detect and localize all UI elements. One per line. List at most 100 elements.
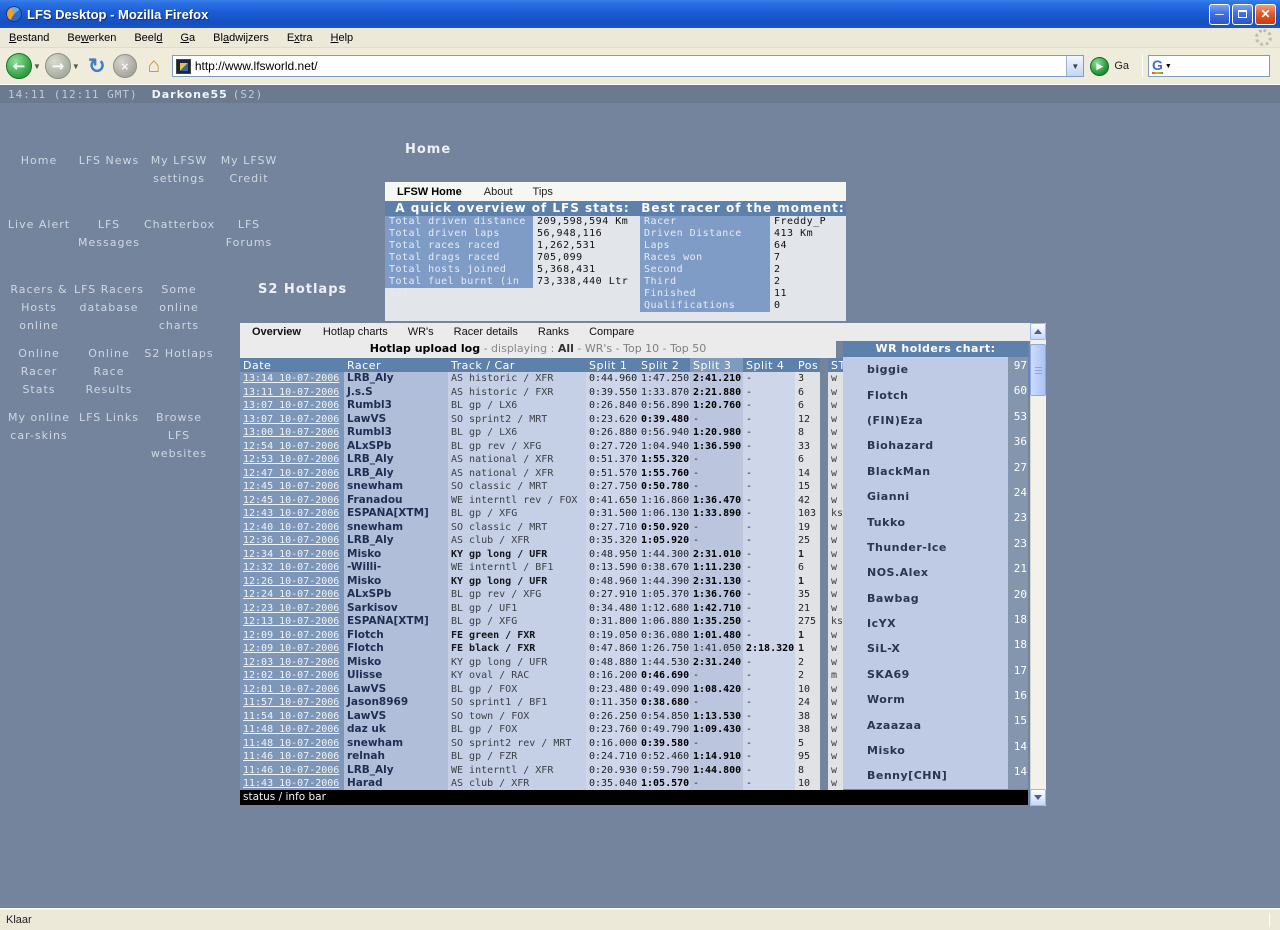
- sidebar-item-lfs-racers-database[interactable]: LFS Racers database: [74, 281, 144, 335]
- filter-wr-s[interactable]: WR's: [585, 342, 612, 355]
- search-box[interactable]: G ▼: [1148, 55, 1270, 77]
- inner-scrollbar[interactable]: [1030, 323, 1046, 806]
- wr-holder-name[interactable]: IcYX: [843, 617, 1008, 630]
- menu-ga[interactable]: Ga: [171, 30, 204, 46]
- menu-beeld[interactable]: Beeld: [125, 30, 171, 46]
- column-header-pos[interactable]: Pos: [795, 358, 820, 372]
- search-engine-caret-icon[interactable]: ▼: [1165, 63, 1172, 70]
- wr-holder-name[interactable]: Worm: [843, 693, 1008, 706]
- wr-holder-name[interactable]: Flotch: [843, 389, 1008, 402]
- go-button[interactable]: ▶: [1090, 56, 1110, 76]
- hotlap-date-link[interactable]: 12:43 10-07-2006: [243, 508, 339, 519]
- hotlap-date-link[interactable]: 11:46 10-07-2006: [243, 765, 339, 776]
- menu-bladwijzers[interactable]: Bladwijzers: [204, 30, 278, 46]
- hotlap-date-link[interactable]: 12:54 10-07-2006: [243, 441, 339, 452]
- column-header-date[interactable]: Date: [240, 358, 344, 372]
- hotlap-date-link[interactable]: 12:09 10-07-2006: [243, 643, 339, 654]
- hotlap-date-link[interactable]: 12:32 10-07-2006: [243, 562, 339, 573]
- sidebar-item-my-online-car-skins[interactable]: My online car-skins: [4, 409, 74, 463]
- hotlap-date-link[interactable]: 12:40 10-07-2006: [243, 522, 339, 533]
- forward-dropdown-caret-icon[interactable]: ▼: [72, 62, 80, 71]
- hotlap-date-link[interactable]: 12:45 10-07-2006: [243, 495, 339, 506]
- menu-extra[interactable]: Extra: [278, 30, 322, 46]
- column-header-split-2[interactable]: Split 2: [638, 358, 690, 372]
- sidebar-item-my-lfsw-settings[interactable]: My LFSW settings: [144, 152, 214, 188]
- wr-holder-name[interactable]: Gianni: [843, 490, 1008, 503]
- hotlap-date-link[interactable]: 12:34 10-07-2006: [243, 549, 339, 560]
- menu-bestand[interactable]: Bestand: [0, 30, 58, 46]
- menu-help[interactable]: Help: [322, 30, 363, 46]
- sidebar-item-live-alert[interactable]: Live Alert: [4, 216, 74, 252]
- hotlap-date-link[interactable]: 12:45 10-07-2006: [243, 481, 339, 492]
- forward-button[interactable]: →: [44, 53, 71, 79]
- hotlap-date-link[interactable]: 13:14 10-07-2006: [243, 373, 339, 384]
- menu-bewerken[interactable]: Bewerken: [58, 30, 125, 46]
- wr-holder-name[interactable]: (FIN)Eza: [843, 414, 1008, 427]
- sidebar-item-online-race-results[interactable]: Online Race Results: [74, 345, 144, 399]
- sidebar-item-lfs-links[interactable]: LFS Links: [74, 409, 144, 463]
- sidebar-item-chatterbox[interactable]: Chatterbox: [144, 216, 214, 252]
- hotlap-date-link[interactable]: 12:23 10-07-2006: [243, 603, 339, 614]
- scroll-down-button[interactable]: [1030, 789, 1046, 806]
- wr-holder-name[interactable]: Bawbag: [843, 592, 1008, 605]
- filter-all[interactable]: All: [558, 342, 574, 355]
- wr-holder-name[interactable]: Azaazaa: [843, 719, 1008, 732]
- sidebar-item-browse-lfs-websites[interactable]: Browse LFS websites: [144, 409, 214, 463]
- column-header-split-3[interactable]: Split 3: [690, 358, 743, 372]
- wr-holder-name[interactable]: SKA69: [843, 668, 1008, 681]
- tab-compare[interactable]: Compare: [579, 326, 644, 338]
- hotlap-date-link[interactable]: 11:54 10-07-2006: [243, 711, 339, 722]
- hotlap-date-link[interactable]: 12:26 10-07-2006: [243, 576, 339, 587]
- url-input[interactable]: [190, 59, 1067, 73]
- column-header-st[interactable]: ST: [828, 358, 843, 372]
- hotlap-date-link[interactable]: 13:07 10-07-2006: [243, 414, 339, 425]
- hotlap-date-link[interactable]: 12:13 10-07-2006: [243, 616, 339, 627]
- sidebar-item-lfs-messages[interactable]: LFS Messages: [74, 216, 144, 252]
- wr-holder-name[interactable]: SiL-X: [843, 642, 1008, 655]
- title-bar[interactable]: LFS Desktop - Mozilla Firefox ─ ✕: [0, 0, 1280, 28]
- sidebar-item-racers-hosts-online[interactable]: Racers & Hosts online: [4, 281, 74, 335]
- hotlap-date-link[interactable]: 12:01 10-07-2006: [243, 684, 339, 695]
- hotlap-date-link[interactable]: 12:03 10-07-2006: [243, 657, 339, 668]
- wr-holder-name[interactable]: biggie: [843, 363, 1008, 376]
- back-dropdown-caret-icon[interactable]: ▼: [33, 62, 41, 71]
- restore-button[interactable]: [1232, 3, 1253, 25]
- wr-holder-name[interactable]: Thunder-Ice: [843, 541, 1008, 554]
- wr-holder-name[interactable]: Biohazard: [843, 439, 1008, 452]
- tab-wr-s[interactable]: WR's: [398, 326, 444, 338]
- sidebar-item-home[interactable]: Home: [4, 152, 74, 188]
- hotlap-date-link[interactable]: 11:43 10-07-2006: [243, 778, 339, 789]
- minimize-button[interactable]: ─: [1209, 3, 1230, 25]
- hotlap-date-link[interactable]: 13:00 10-07-2006: [243, 427, 339, 438]
- column-header-racer[interactable]: Racer: [344, 358, 448, 372]
- hotlap-date-link[interactable]: 12:24 10-07-2006: [243, 589, 339, 600]
- wr-holder-name[interactable]: Benny[CHN]: [843, 769, 1008, 782]
- tab-racer-details[interactable]: Racer details: [444, 326, 528, 338]
- url-bar[interactable]: ▼: [171, 55, 1085, 77]
- filter-top-10[interactable]: Top 10: [623, 342, 659, 355]
- tab-hotlap-charts[interactable]: Hotlap charts: [313, 326, 398, 338]
- hotlap-date-link[interactable]: 13:07 10-07-2006: [243, 400, 339, 411]
- sidebar-item-s2-hotlaps[interactable]: S2 Hotlaps: [144, 345, 214, 399]
- column-header-split-1[interactable]: Split 1: [586, 358, 638, 372]
- wr-holder-name[interactable]: Tukko: [843, 516, 1008, 529]
- hotlap-date-link[interactable]: 11:48 10-07-2006: [243, 738, 339, 749]
- search-input[interactable]: [1171, 58, 1269, 74]
- hotlap-date-link[interactable]: 11:57 10-07-2006: [243, 697, 339, 708]
- back-button[interactable]: ←: [6, 53, 32, 79]
- tab-ranks[interactable]: Ranks: [528, 326, 579, 338]
- scroll-up-button[interactable]: [1030, 323, 1046, 340]
- sidebar-item-my-lfsw-credit[interactable]: My LFSW Credit: [214, 152, 284, 188]
- tab-lfsw-home[interactable]: LFSW Home: [385, 186, 474, 198]
- filter-top-50[interactable]: Top 50: [670, 342, 706, 355]
- hotlap-date-link[interactable]: 13:11 10-07-2006: [243, 387, 339, 398]
- sidebar-item-lfs-forums[interactable]: LFS Forums: [214, 216, 284, 252]
- column-header-split-4[interactable]: Split 4: [743, 358, 795, 372]
- hotlap-date-link[interactable]: 12:36 10-07-2006: [243, 535, 339, 546]
- hotlap-date-link[interactable]: 12:53 10-07-2006: [243, 454, 339, 465]
- reload-button[interactable]: ↻: [84, 54, 110, 79]
- hotlap-date-link[interactable]: 12:02 10-07-2006: [243, 670, 339, 681]
- sidebar-item-some-online-charts[interactable]: Some online charts: [144, 281, 214, 335]
- hotlap-date-link[interactable]: 12:09 10-07-2006: [243, 630, 339, 641]
- home-button[interactable]: ⌂: [140, 54, 168, 78]
